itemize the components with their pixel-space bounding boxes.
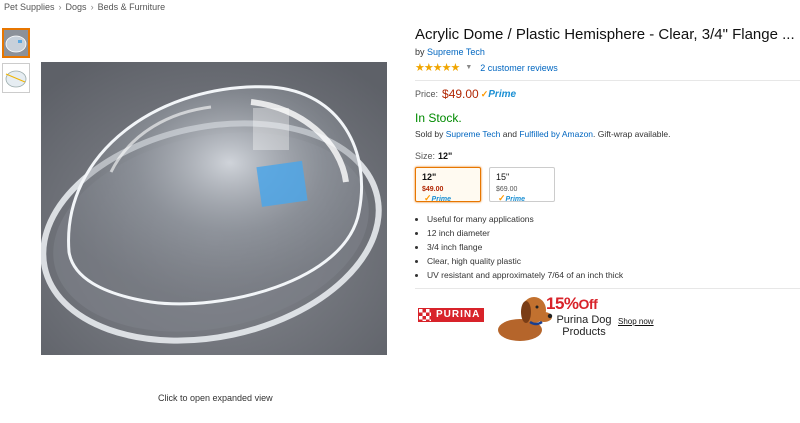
gift-wrap-text: . Gift-wrap available. [593, 129, 671, 139]
price-row: Price: $49.00 ✓Prime [415, 87, 800, 101]
dome-thumbnail-image [4, 30, 28, 56]
check-icon: ✓ [498, 193, 506, 203]
rating-row: ★★★★★ ▼ 2 customer reviews [415, 61, 800, 74]
discount-word: Off [578, 296, 598, 312]
size-swatch-12[interactable]: 12" $49.00 ✓Prime [415, 167, 481, 204]
ad-subtitle: Purina Dog Products [546, 314, 622, 338]
feature-bullet: 3/4 inch flange [427, 242, 800, 252]
thumbnail-1[interactable] [2, 28, 30, 58]
prime-label: Prime [488, 88, 517, 100]
feature-bullet: 12 inch diameter [427, 228, 800, 238]
customer-reviews-link[interactable]: 2 customer reviews [480, 63, 558, 73]
prime-label: Prime [431, 196, 452, 203]
checkerboard-icon [418, 308, 432, 322]
chevron-right-icon: › [90, 2, 94, 12]
sold-by: Sold by Supreme Tech and Fulfilled by Am… [415, 129, 800, 139]
byline: by Supreme Tech [415, 47, 800, 57]
price-value: $49.00 [442, 87, 479, 101]
feature-bullet: Clear, high quality plastic [427, 256, 800, 266]
thumbnail-2[interactable] [2, 63, 30, 93]
ad-line-1: Purina Dog [556, 314, 612, 326]
thumbnail-strip [2, 28, 30, 98]
by-label: by [415, 47, 425, 57]
prime-badge: ✓Prime [481, 89, 516, 100]
dome-dimension-thumbnail-image [3, 64, 29, 92]
check-icon: ✓ [424, 193, 432, 203]
breadcrumb-pet-supplies[interactable]: Pet Supplies [4, 2, 55, 12]
breadcrumb: Pet Supplies › Dogs › Beds & Furniture [4, 2, 165, 12]
breadcrumb-dogs[interactable]: Dogs [66, 2, 87, 12]
brand-link[interactable]: Supreme Tech [427, 47, 485, 57]
shop-now-link[interactable]: Shop now [618, 317, 654, 326]
purina-logo: PURINA [418, 308, 485, 322]
divider [415, 288, 800, 289]
chevron-down-icon[interactable]: ▼ [465, 64, 472, 71]
star-rating-icon[interactable]: ★★★★★ [415, 61, 460, 74]
purina-brand: PURINA [432, 308, 485, 322]
seller-link[interactable]: Supreme Tech [446, 129, 501, 139]
swatch-price: $49.00 [422, 186, 444, 193]
chevron-right-icon: › [58, 2, 62, 12]
discount-headline: 15%Off [546, 294, 598, 314]
sold-by-prefix: Sold by [415, 129, 444, 139]
main-product-image[interactable] [41, 62, 387, 355]
swatch-size: 12" [422, 172, 437, 182]
and-text: and [502, 129, 517, 139]
stock-status: In Stock. [415, 111, 462, 125]
swatch-price-row: $49.00 ✓Prime [422, 186, 474, 204]
size-row: Size: 12" [415, 151, 800, 161]
ad-line-2: Products [562, 326, 606, 338]
size-value: 12" [438, 151, 453, 161]
feature-bullet: Useful for many applications [427, 214, 800, 224]
prime-badge: ✓Prime [498, 193, 526, 203]
size-swatches: 12" $49.00 ✓Prime 15" $69.00 ✓Prime [415, 167, 800, 204]
prime-label: Prime [505, 196, 526, 203]
fulfilled-by-amazon-link[interactable]: Fulfilled by Amazon [519, 129, 593, 139]
prime-badge: ✓Prime [424, 193, 452, 203]
product-title: Acrylic Dome / Plastic Hemisphere - Clea… [415, 26, 795, 43]
divider [415, 80, 800, 81]
product-details: Acrylic Dome / Plastic Hemisphere - Clea… [415, 26, 800, 289]
swatch-size: 15" [496, 172, 510, 182]
price-label: Price: [415, 89, 439, 99]
size-swatch-15[interactable]: 15" $69.00 ✓Prime [489, 167, 555, 204]
breadcrumb-beds-furniture[interactable]: Beds & Furniture [98, 2, 166, 12]
discount-percent: 15% [546, 294, 579, 313]
swatch-price-row: $69.00 ✓Prime [496, 186, 548, 204]
swatch-price: $69.00 [496, 186, 518, 193]
feature-bullet: UV resistant and approximately 7/64 of a… [427, 270, 800, 280]
acrylic-dome-image [41, 62, 387, 355]
size-label: Size: [415, 151, 436, 161]
purina-ad-banner[interactable]: PURINA 15%Off Purina Dog Products Shop n… [418, 290, 668, 342]
expand-view-note[interactable]: Click to open expanded view [158, 393, 273, 403]
feature-bullets: Useful for many applications 12 inch dia… [415, 214, 800, 280]
